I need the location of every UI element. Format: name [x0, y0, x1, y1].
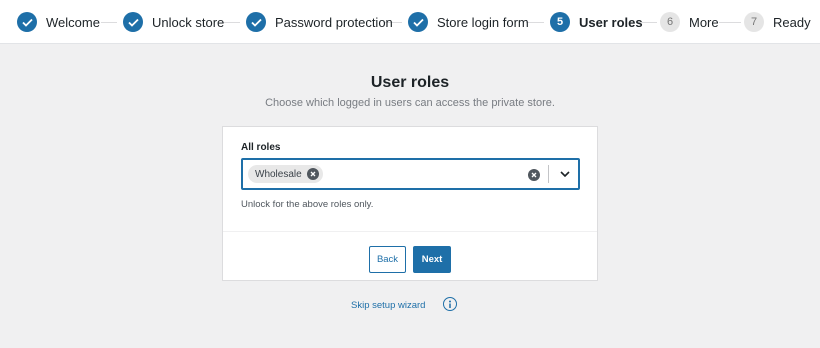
- select-divider: [548, 165, 549, 183]
- step-user-roles[interactable]: 5 User roles: [550, 0, 643, 44]
- back-button[interactable]: Back: [369, 246, 406, 273]
- role-chip: Wholesale: [248, 165, 323, 183]
- step-label: Unlock store: [152, 14, 225, 30]
- step-label: Ready: [773, 14, 811, 30]
- info-icon[interactable]: [443, 297, 457, 311]
- step-number: 6: [660, 12, 680, 32]
- next-button[interactable]: Next: [413, 246, 451, 273]
- step-label: More: [689, 14, 719, 30]
- step-store-login-form[interactable]: Store login form: [408, 0, 529, 44]
- role-chip-label: Wholesale: [255, 168, 302, 180]
- check-icon: [123, 12, 143, 32]
- check-icon: [246, 12, 266, 32]
- step-label: Password protection: [275, 14, 393, 30]
- step-unlock-store[interactable]: Unlock store: [123, 0, 224, 44]
- help-text: Unlock for the above roles only.: [241, 199, 374, 210]
- step-password-protection[interactable]: Password protection: [246, 0, 393, 44]
- card-body: All roles Wholesale Unlock for the above…: [223, 127, 597, 231]
- clear-icon[interactable]: [528, 169, 540, 181]
- step-connector: [719, 22, 741, 23]
- step-label: User roles: [579, 14, 643, 30]
- skip-setup-wizard-link[interactable]: Skip setup wizard: [351, 300, 425, 311]
- step-label: Welcome: [46, 14, 100, 30]
- page-subtitle: Choose which logged in users can access …: [265, 97, 555, 109]
- chip-remove-icon[interactable]: [306, 168, 319, 180]
- step-more[interactable]: 6 More: [660, 0, 719, 44]
- roles-select[interactable]: Wholesale: [241, 158, 580, 190]
- step-connector: [222, 22, 240, 23]
- step-number: 7: [744, 12, 764, 32]
- step-ready[interactable]: 7 Ready: [744, 0, 811, 44]
- page-title: User roles: [370, 74, 450, 91]
- field-label: All roles: [241, 142, 281, 153]
- check-icon: [408, 12, 428, 32]
- step-welcome[interactable]: Welcome: [17, 0, 100, 44]
- step-number: 5: [550, 12, 570, 32]
- check-icon: [17, 12, 37, 32]
- card-footer: Back Next: [223, 231, 597, 281]
- roles-card: All roles Wholesale Unlock for the above…: [222, 126, 598, 281]
- chevron-down-icon[interactable]: [557, 167, 573, 181]
- step-label: Store login form: [437, 14, 529, 30]
- step-connector: [101, 22, 117, 23]
- setup-wizard-stepper: Welcome Unlock store Password protection…: [0, 0, 820, 44]
